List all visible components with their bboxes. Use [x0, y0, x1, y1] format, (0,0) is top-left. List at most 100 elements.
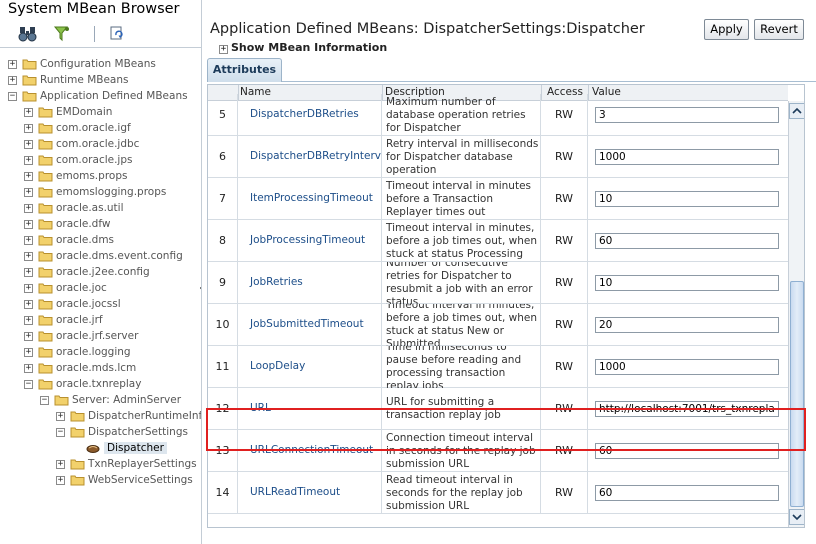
tree-node[interactable]: + oracle.jrf [0, 313, 201, 329]
attribute-value-cell [588, 262, 788, 304]
attribute-value-input[interactable] [595, 149, 779, 165]
apply-button[interactable]: Apply [704, 19, 749, 40]
attribute-value-input[interactable] [595, 317, 779, 333]
folder-icon [38, 234, 53, 246]
tree-node-label: oracle.txnreplay [56, 378, 142, 390]
table-row: 14 URLReadTimeout Read timeout interval in… [208, 472, 788, 514]
expand-icon[interactable]: + [56, 460, 65, 469]
collapse-icon[interactable]: − [56, 428, 65, 437]
expand-icon[interactable]: + [56, 412, 65, 421]
attribute-name-link[interactable]: DispatcherDBRetryInterval [238, 136, 382, 178]
binoculars-icon[interactable] [18, 25, 38, 43]
expand-icon[interactable]: + [24, 252, 33, 261]
attribute-description: Timeout interval in minutes before a Tra… [382, 178, 541, 220]
attribute-value-input[interactable] [595, 107, 779, 123]
attribute-name-link[interactable]: URLReadTimeout [238, 472, 382, 514]
collapse-icon[interactable]: − [24, 380, 33, 389]
attribute-description: Time in milliseconds to pause before rea… [382, 346, 541, 388]
expand-icon[interactable]: + [24, 348, 33, 357]
collapse-icon[interactable]: − [8, 92, 17, 101]
attribute-value-input[interactable] [595, 191, 779, 207]
tab-attributes[interactable]: Attributes [207, 58, 282, 82]
tree-node[interactable]: + com.oracle.igf [0, 121, 201, 137]
tree-node[interactable]: − oracle.txnreplay [0, 377, 201, 393]
scroll-down-button[interactable] [789, 509, 804, 525]
tree-node[interactable]: + emoms.props [0, 169, 201, 185]
expand-icon[interactable]: + [56, 476, 65, 485]
show-mbean-info-toggle[interactable]: + Show MBean Information [219, 41, 387, 54]
tree-node[interactable]: − Server: AdminServer [0, 393, 201, 409]
expand-icon[interactable]: + [24, 204, 33, 213]
attribute-description: Read timeout interval in seconds for the… [382, 472, 541, 514]
folder-icon [38, 154, 53, 166]
expand-icon[interactable]: + [24, 108, 33, 117]
tree-node[interactable]: + oracle.dms.event.config [0, 249, 201, 265]
expand-icon[interactable]: + [24, 332, 33, 341]
attribute-value-cell [588, 472, 788, 514]
expand-icon[interactable]: + [8, 76, 17, 85]
scrollbar-thumb[interactable] [790, 281, 804, 507]
tree-node[interactable]: + oracle.as.util [0, 201, 201, 217]
folder-icon [38, 378, 53, 390]
attribute-description: Maximum number of database operation ret… [382, 94, 541, 136]
tree-node[interactable]: + emomslogging.props [0, 185, 201, 201]
tree-node-label: DispatcherSettings [88, 426, 188, 438]
attribute-description: Timeout interval in minutes, before a jo… [382, 304, 541, 346]
tree-node[interactable]: + com.oracle.jdbc [0, 137, 201, 153]
filter-icon[interactable] [52, 25, 72, 43]
expand-icon[interactable]: + [24, 284, 33, 293]
attribute-name-link[interactable]: JobProcessingTimeout [238, 220, 382, 262]
tree-node[interactable]: + DispatcherRuntimeInfo [0, 409, 201, 425]
tree-node[interactable]: + Runtime MBeans [0, 73, 201, 89]
attribute-name-link[interactable]: LoopDelay [238, 346, 382, 388]
expand-icon[interactable]: + [24, 268, 33, 277]
tree-node[interactable]: Dispatcher [0, 441, 201, 457]
tree-node[interactable]: − Application Defined MBeans [0, 89, 201, 105]
tree-node-label: DispatcherRuntimeInfo [88, 410, 202, 422]
expand-icon[interactable]: + [24, 156, 33, 165]
revert-button[interactable]: Revert [754, 19, 804, 40]
refresh-icon[interactable] [108, 25, 128, 43]
expand-icon[interactable]: + [24, 236, 33, 245]
tree-node[interactable]: − DispatcherSettings [0, 425, 201, 441]
expand-icon[interactable]: + [24, 220, 33, 229]
tree-node[interactable]: + oracle.joc [0, 281, 201, 297]
attribute-name-link[interactable]: DispatcherDBRetries [238, 94, 382, 136]
tree-node[interactable]: + WebServiceSettings [0, 473, 201, 489]
folder-icon [38, 282, 53, 294]
attribute-value-input[interactable] [595, 359, 779, 375]
tree-node[interactable]: + oracle.j2ee.config [0, 265, 201, 281]
expand-icon[interactable]: + [24, 172, 33, 181]
tree-node[interactable]: + oracle.mds.lcm [0, 361, 201, 377]
panel-splitter-handle[interactable] [199, 268, 201, 308]
expand-icon[interactable]: + [24, 188, 33, 197]
attribute-name-link[interactable]: JobRetries [238, 262, 382, 304]
tree-node[interactable]: + oracle.jocssl [0, 297, 201, 313]
tree-node[interactable]: + com.oracle.jps [0, 153, 201, 169]
folder-icon [38, 330, 53, 342]
attribute-value-input[interactable] [595, 275, 779, 291]
table-row: 6 DispatcherDBRetryInterval Retry interval… [208, 136, 788, 178]
expand-icon[interactable]: + [24, 316, 33, 325]
tree-node[interactable]: + EMDomain [0, 105, 201, 121]
folder-icon [22, 58, 37, 70]
expand-icon[interactable]: + [24, 124, 33, 133]
tree-node[interactable]: + oracle.dfw [0, 217, 201, 233]
attribute-value-input[interactable] [595, 485, 779, 501]
scroll-up-button[interactable] [789, 103, 804, 119]
tree-node[interactable]: + oracle.logging [0, 345, 201, 361]
attribute-value-input[interactable] [595, 233, 779, 249]
collapse-icon[interactable]: − [40, 396, 49, 405]
expand-icon[interactable]: + [24, 300, 33, 309]
expand-icon[interactable]: + [8, 60, 17, 69]
tree-node[interactable]: + Configuration MBeans [0, 57, 201, 73]
tree-node[interactable]: + TxnReplayerSettings [0, 457, 201, 473]
tree-node-label: EMDomain [56, 106, 113, 118]
tree-node[interactable]: + oracle.jrf.server [0, 329, 201, 345]
tree-node[interactable]: + oracle.dms [0, 233, 201, 249]
table-scrollbar[interactable] [788, 101, 804, 527]
attribute-name-link[interactable]: ItemProcessingTimeout [238, 178, 382, 220]
expand-icon[interactable]: + [24, 364, 33, 373]
expand-icon[interactable]: + [24, 140, 33, 149]
attribute-name-link[interactable]: JobSubmittedTimeout [238, 304, 382, 346]
